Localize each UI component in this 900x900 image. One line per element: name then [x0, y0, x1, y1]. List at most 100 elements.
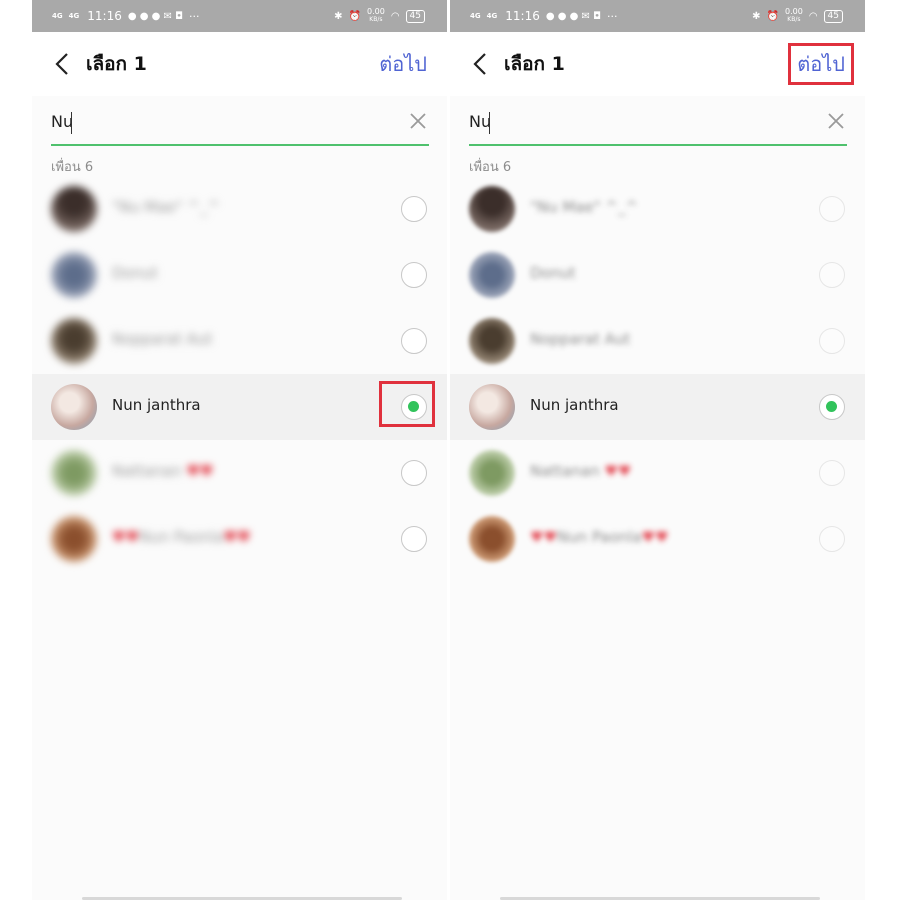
- highlight-box: [379, 381, 435, 427]
- select-radio[interactable]: [401, 460, 427, 486]
- wifi-icon: ◠: [808, 10, 818, 22]
- navigation-bar: เลือก 1 ต่อไป: [32, 32, 447, 96]
- friend-row[interactable]: Nopparat Aut: [450, 308, 865, 374]
- alarm-icon: ⏰: [766, 10, 779, 22]
- heart-icon: ♥♥: [223, 528, 251, 546]
- bluetooth-icon: ✱: [334, 10, 343, 22]
- select-radio[interactable]: [819, 262, 845, 288]
- select-radio[interactable]: [819, 328, 845, 354]
- network-speed: 0.00 KB/s: [367, 7, 385, 24]
- avatar: [469, 186, 515, 232]
- select-radio[interactable]: [819, 460, 845, 486]
- text-cursor: [489, 112, 490, 134]
- select-radio[interactable]: [819, 526, 845, 552]
- page-title: เลือก 1: [86, 53, 147, 75]
- clock: 11:16: [87, 9, 122, 23]
- avatar: [51, 384, 97, 430]
- battery-indicator: 45: [405, 9, 425, 23]
- close-icon[interactable]: [407, 110, 429, 132]
- search-bar: [469, 104, 847, 146]
- back-button[interactable]: [468, 50, 492, 78]
- select-radio[interactable]: [401, 328, 427, 354]
- friend-row[interactable]: Nopparat Aut: [32, 308, 447, 374]
- search-input[interactable]: [469, 112, 799, 131]
- friend-name: Nopparat Aut: [112, 330, 213, 348]
- next-button[interactable]: ต่อไป: [375, 48, 431, 80]
- friend-row[interactable]: Nattanan ♥♥: [450, 440, 865, 506]
- back-button[interactable]: [50, 50, 74, 78]
- avatar: [51, 516, 97, 562]
- friend-row[interactable]: Donut: [32, 242, 447, 308]
- notification-icon: ● ● ● ✉ ◘: [545, 10, 602, 22]
- search-input[interactable]: [51, 112, 381, 131]
- friend-name: Nun janthra: [530, 396, 619, 414]
- notification-icon: ● ● ● ✉ ◘: [127, 10, 184, 22]
- avatar: [51, 186, 97, 232]
- page-title: เลือก 1: [504, 53, 565, 75]
- heart-icon: ♥♥: [186, 462, 214, 480]
- network-indicator: 4G: [470, 12, 481, 20]
- search-bar: [51, 104, 429, 146]
- network-indicator: 4G: [68, 12, 80, 20]
- avatar: [51, 252, 97, 298]
- friend-name: Donut: [112, 264, 158, 282]
- friend-row[interactable]: ♥♥Nun Paonla♥♥: [32, 506, 447, 572]
- avatar: [469, 450, 515, 496]
- heart-icon: ♥♥: [530, 528, 557, 546]
- friend-name: Nopparat Aut: [530, 330, 631, 348]
- network-indicator: 4G: [52, 12, 63, 20]
- more-notifications-icon: ···: [607, 9, 618, 23]
- status-bar: 4G 4G 11:16 ● ● ● ✉ ◘ ··· ✱ ⏰ 0.00 KB/s …: [32, 0, 447, 32]
- friend-row[interactable]: Nattanan ♥♥: [32, 440, 447, 506]
- friend-name: Nun janthra: [112, 396, 201, 414]
- friend-name: Donut: [530, 264, 576, 282]
- alarm-icon: ⏰: [348, 10, 361, 22]
- friend-row-selected[interactable]: Nun janthra: [450, 374, 865, 440]
- friends-section-label: เพื่อน 6: [51, 160, 94, 175]
- friend-name: ♥♥Nun Paonla♥♥: [530, 528, 669, 546]
- friend-row[interactable]: Donut: [450, 242, 865, 308]
- battery-indicator: 45: [823, 9, 843, 23]
- left-screenshot-panel: 4G 4G 11:16 ● ● ● ✉ ◘ ··· ✱ ⏰ 0.00 KB/s …: [32, 0, 447, 900]
- friend-name: "Nu Mae" ^_^: [530, 198, 639, 216]
- heart-icon: ♥♥: [112, 528, 139, 546]
- friend-row[interactable]: "Nu Mae" ^_^: [450, 176, 865, 242]
- friend-row[interactable]: "Nu Mae" ^_^: [32, 176, 447, 242]
- chevron-left-icon: [55, 53, 68, 75]
- heart-icon: ♥♥: [604, 462, 632, 480]
- avatar: [51, 318, 97, 364]
- bluetooth-icon: ✱: [752, 10, 761, 22]
- avatar: [469, 516, 515, 562]
- friend-list: "Nu Mae" ^_^ Donut Nopparat Aut Nun jant…: [450, 176, 865, 572]
- friend-name: ♥♥Nun Paonla♥♥: [112, 528, 251, 546]
- friend-row-selected[interactable]: Nun janthra: [32, 374, 447, 440]
- avatar: [469, 252, 515, 298]
- friend-name: Nattanan ♥♥: [530, 462, 632, 480]
- friend-name: "Nu Mae" ^_^: [112, 198, 221, 216]
- friend-name: Nattanan ♥♥: [112, 462, 214, 480]
- clock: 11:16: [505, 9, 540, 23]
- wifi-icon: ◠: [390, 10, 400, 22]
- avatar: [469, 318, 515, 364]
- friend-list: "Nu Mae" ^_^ Donut Nopparat Aut Nun jant…: [32, 176, 447, 572]
- select-radio-checked[interactable]: [819, 394, 845, 420]
- next-button[interactable]: ต่อไป: [788, 43, 854, 85]
- select-radio[interactable]: [401, 526, 427, 552]
- network-indicator: 4G: [486, 12, 498, 20]
- status-bar: 4G 4G 11:16 ● ● ● ✉ ◘ ··· ✱ ⏰ 0.00 KB/s …: [450, 0, 865, 32]
- select-radio[interactable]: [401, 196, 427, 222]
- select-radio[interactable]: [819, 196, 845, 222]
- avatar: [469, 384, 515, 430]
- close-icon[interactable]: [825, 110, 847, 132]
- avatar: [51, 450, 97, 496]
- heart-icon: ♥♥: [641, 528, 669, 546]
- friends-section-label: เพื่อน 6: [469, 160, 512, 175]
- select-radio[interactable]: [401, 262, 427, 288]
- more-notifications-icon: ···: [189, 9, 200, 23]
- friend-row[interactable]: ♥♥Nun Paonla♥♥: [450, 506, 865, 572]
- right-screenshot-panel: 4G 4G 11:16 ● ● ● ✉ ◘ ··· ✱ ⏰ 0.00 KB/s …: [450, 0, 865, 900]
- network-speed: 0.00 KB/s: [785, 7, 803, 24]
- text-cursor: [71, 112, 72, 134]
- chevron-left-icon: [473, 53, 486, 75]
- navigation-bar: เลือก 1 ต่อไป: [450, 32, 865, 96]
